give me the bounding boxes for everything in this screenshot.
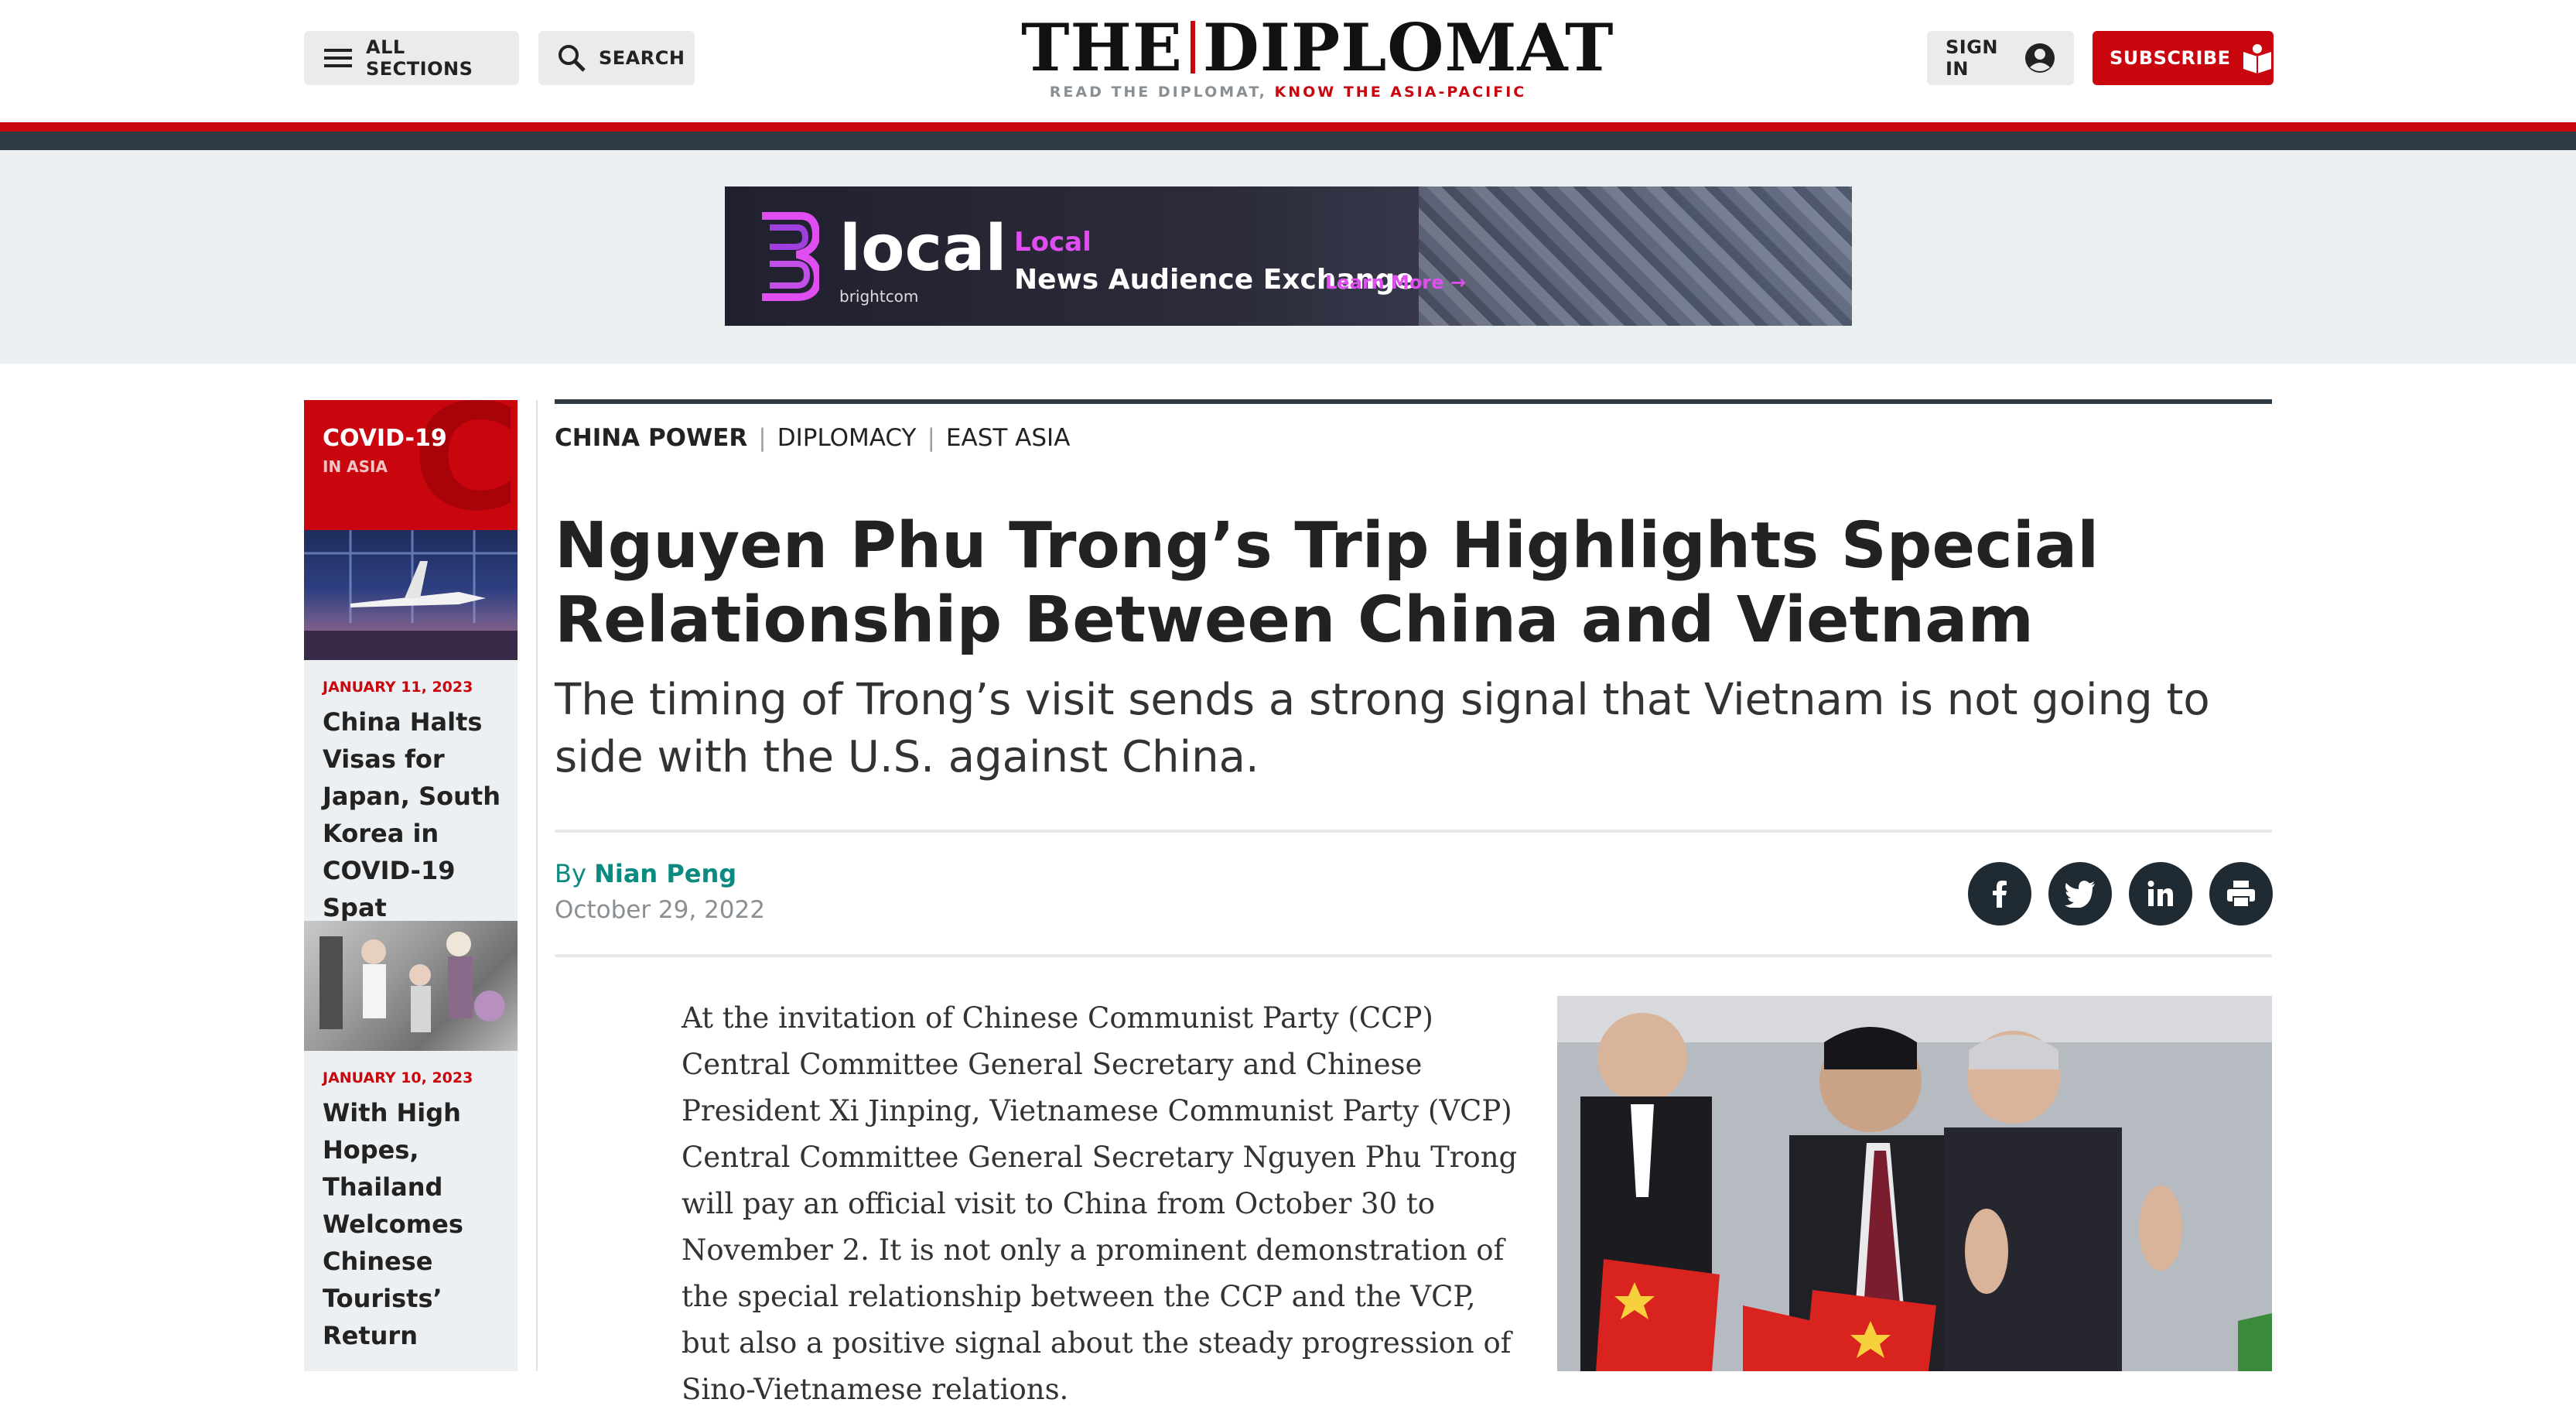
sidebar-divider <box>536 400 538 1371</box>
subscribe-button[interactable]: SUBSCRIBE <box>2093 31 2274 85</box>
sidebar-item-date: JANUARY 11, 2023 <box>323 679 473 696</box>
sidebar-thumbnail-tourists[interactable] <box>304 921 518 1051</box>
print-icon <box>2227 881 2255 908</box>
share-facebook-button[interactable] <box>1968 862 2031 925</box>
sidebar-item-headline[interactable]: China Halts Visas for Japan, South Korea… <box>323 703 508 926</box>
sidebar-item-headline[interactable]: With High Hopes, Thailand Welcomes Chine… <box>323 1094 508 1354</box>
sidebar-thumbnail-airport[interactable] <box>304 530 518 660</box>
ad-cta-label: Learn More <box>1325 272 1444 293</box>
advertisement-banner[interactable]: local brightcom Local News Audience Exch… <box>725 186 1852 326</box>
brightcom-logo-icon <box>762 212 819 301</box>
open-book-icon <box>2242 43 2273 74</box>
print-button[interactable] <box>2209 862 2273 925</box>
sidebar-item-date: JANUARY 10, 2023 <box>323 1069 473 1086</box>
category-link[interactable]: DIPLOMACY <box>777 424 917 452</box>
article-top-rule <box>555 399 2272 404</box>
ad-brand: local <box>839 212 1007 286</box>
divider <box>555 830 2272 833</box>
tagline: READ THE DIPLOMAT, KNOW THE ASIA-PACIFIC <box>1021 84 1555 101</box>
ad-background-image <box>1419 186 1852 326</box>
linkedin-icon <box>2147 881 2173 906</box>
covid-sidebar: C COVID-19 IN ASIA JANUARY 11, 2023 Chin… <box>304 400 518 1371</box>
subscribe-label: SUBSCRIBE <box>2110 47 2231 69</box>
share-twitter-button[interactable] <box>2048 862 2112 925</box>
search-button[interactable]: SEARCH <box>538 31 695 85</box>
sign-in-label: SIGN IN <box>1946 36 1998 80</box>
twitter-icon <box>2065 881 2095 908</box>
all-sections-label: ALL SECTIONS <box>366 36 473 80</box>
logo-word-the: THE <box>1021 9 1183 86</box>
site-logo[interactable]: THE DIPLOMAT READ THE DIPLOMAT, KNOW THE … <box>1021 9 1614 101</box>
article-photo[interactable] <box>1557 996 2272 1371</box>
share-linkedin-button[interactable] <box>2129 862 2192 925</box>
author-link[interactable]: Nian Peng <box>594 859 736 888</box>
covid-logo-c: C <box>412 400 518 530</box>
header-red-stripe <box>0 122 2576 132</box>
ad-brand-sub: brightcom <box>839 287 919 306</box>
search-label: SEARCH <box>599 47 685 69</box>
category-link[interactable]: CHINA POWER <box>555 424 747 452</box>
category-separator: | <box>758 424 767 452</box>
byline: By Nian Peng <box>555 859 736 888</box>
covid-section-sub: IN ASIA <box>323 457 388 476</box>
search-icon <box>557 43 586 74</box>
category-breadcrumb: CHINA POWER | DIPLOMACY | EAST ASIA <box>555 424 1070 452</box>
covid-section-header[interactable]: C COVID-19 IN ASIA <box>304 400 518 530</box>
article-body-paragraph: At the invitation of Chinese Communist P… <box>682 1001 1518 1406</box>
tagline-grey: READ THE DIPLOMAT, <box>1049 84 1267 101</box>
covid-section-title: COVID-19 <box>323 425 447 452</box>
hamburger-menu-icon <box>323 43 354 74</box>
logo-word-diplomat: DIPLOMAT <box>1202 9 1614 86</box>
arrow-right-icon: → <box>1450 272 1466 293</box>
sign-in-button[interactable]: SIGN IN <box>1927 31 2074 85</box>
user-account-icon <box>2024 43 2055 74</box>
facebook-icon <box>1993 881 2007 908</box>
tagline-red: KNOW THE ASIA-PACIFIC <box>1274 84 1527 101</box>
article-title: Nguyen Phu Trong’s Trip Highlights Speci… <box>555 509 2099 657</box>
ad-line1: Local <box>1014 227 1092 258</box>
logo-divider <box>1190 21 1195 74</box>
site-header: ALL SECTIONS SEARCH THE DIPLOMAT READ THE… <box>0 0 2576 122</box>
byline-prefix: By <box>555 859 586 888</box>
article-subtitle: The timing of Trong’s visit sends a stro… <box>555 675 2210 782</box>
all-sections-button[interactable]: ALL SECTIONS <box>304 31 519 85</box>
category-link[interactable]: EAST ASIA <box>946 424 1071 452</box>
header-dark-stripe <box>0 132 2576 150</box>
publish-date: October 29, 2022 <box>555 896 765 924</box>
category-separator: | <box>927 424 935 452</box>
ad-cta[interactable]: Learn More → <box>1325 272 1466 293</box>
divider <box>555 954 2272 957</box>
